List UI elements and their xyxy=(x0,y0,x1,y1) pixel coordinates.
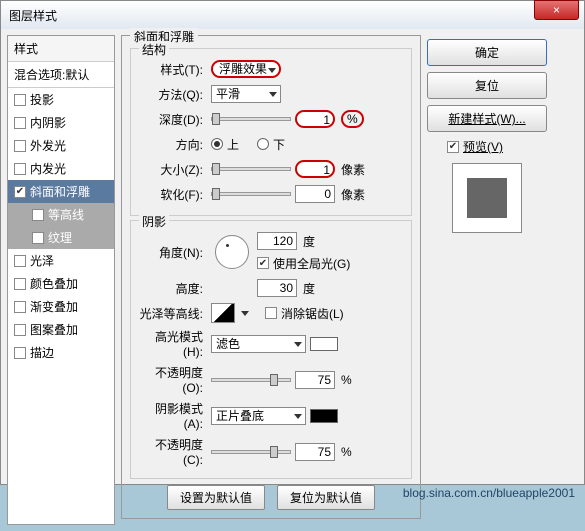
highlight-mode-label: 高光模式(H): xyxy=(137,328,207,359)
angle-input[interactable]: 120 xyxy=(257,232,297,250)
style-dropdown[interactable]: 浮雕效果 xyxy=(211,60,281,78)
soften-label: 软化(F): xyxy=(137,186,207,203)
checkbox[interactable] xyxy=(14,324,26,336)
style-bevel-emboss[interactable]: 斜面和浮雕 xyxy=(8,180,114,203)
angle-dial[interactable] xyxy=(215,235,249,269)
style-satin[interactable]: 光泽 xyxy=(8,249,114,272)
depth-input[interactable]: 1 xyxy=(295,110,335,128)
ok-button[interactable]: 确定 xyxy=(427,39,547,66)
cancel-button[interactable]: 复位 xyxy=(427,72,547,99)
checkbox[interactable] xyxy=(14,186,26,198)
style-inner-shadow[interactable]: 内阴影 xyxy=(8,111,114,134)
depth-label: 深度(D): xyxy=(137,111,207,128)
new-style-button[interactable]: 新建样式(W)... xyxy=(427,105,547,132)
shadow-opacity-slider[interactable] xyxy=(211,450,291,454)
shadow-mode-dropdown[interactable]: 正片叠底 xyxy=(211,407,306,425)
style-label: 样式(T): xyxy=(137,61,207,78)
titlebar: 图层样式 × xyxy=(1,1,584,29)
highlight-opacity-slider[interactable] xyxy=(211,378,291,382)
checkbox[interactable] xyxy=(14,347,26,359)
highlight-color-swatch[interactable] xyxy=(310,337,338,351)
preview-box xyxy=(452,163,522,233)
settings-panel: 斜面和浮雕 结构 样式(T): 浮雕效果 方法(Q): 平滑 深度(D): 1 xyxy=(121,35,421,525)
direction-up-radio[interactable] xyxy=(211,138,223,150)
soften-unit: 像素 xyxy=(341,186,365,203)
shadow-mode-label: 阴影模式(A): xyxy=(137,400,207,431)
bevel-fieldset: 斜面和浮雕 结构 样式(T): 浮雕效果 方法(Q): 平滑 深度(D): 1 xyxy=(121,35,421,519)
highlight-opacity-label: 不透明度(O): xyxy=(137,364,207,395)
close-button[interactable]: × xyxy=(534,0,579,20)
angle-label: 角度(N): xyxy=(137,244,207,261)
style-stroke[interactable]: 描边 xyxy=(8,341,114,364)
size-label: 大小(Z): xyxy=(137,161,207,178)
antialias-checkbox[interactable] xyxy=(265,307,277,319)
style-pattern-overlay[interactable]: 图案叠加 xyxy=(8,318,114,341)
gloss-contour-picker[interactable] xyxy=(211,303,235,323)
style-color-overlay[interactable]: 颜色叠加 xyxy=(8,272,114,295)
style-texture[interactable]: 纹理 xyxy=(8,226,114,249)
layer-style-dialog: 图层样式 × 样式 混合选项:默认 投影 内阴影 外发光 内发光 斜面和浮雕 等… xyxy=(0,0,585,485)
method-label: 方法(Q): xyxy=(137,86,207,103)
size-input[interactable]: 1 xyxy=(295,160,335,178)
style-gradient-overlay[interactable]: 渐变叠加 xyxy=(8,295,114,318)
checkbox[interactable] xyxy=(14,94,26,106)
shading-group: 阴影 角度(N): 120 度 使用全局光(G) xyxy=(130,220,412,479)
depth-slider[interactable] xyxy=(211,117,291,121)
preview-label: 预览(V) xyxy=(463,138,503,155)
action-panel: 确定 复位 新建样式(W)... 预览(V) xyxy=(427,35,547,525)
set-default-button[interactable]: 设置为默认值 xyxy=(167,485,265,510)
style-outer-glow[interactable]: 外发光 xyxy=(8,134,114,157)
reset-default-button[interactable]: 复位为默认值 xyxy=(277,485,375,510)
size-unit: 像素 xyxy=(341,161,365,178)
chevron-down-icon[interactable] xyxy=(239,306,249,320)
soften-slider[interactable] xyxy=(211,192,291,196)
style-contour[interactable]: 等高线 xyxy=(8,203,114,226)
highlight-mode-dropdown[interactable]: 滤色 xyxy=(211,335,306,353)
checkbox[interactable] xyxy=(14,301,26,313)
checkbox[interactable] xyxy=(14,163,26,175)
global-light-checkbox[interactable] xyxy=(257,257,269,269)
shadow-opacity-label: 不透明度(C): xyxy=(137,436,207,467)
style-drop-shadow[interactable]: 投影 xyxy=(8,88,114,111)
blending-options[interactable]: 混合选项:默认 xyxy=(8,62,114,88)
checkbox[interactable] xyxy=(32,232,44,244)
style-inner-glow[interactable]: 内发光 xyxy=(8,157,114,180)
direction-label: 方向: xyxy=(137,136,207,153)
preview-swatch xyxy=(467,178,507,218)
soften-input[interactable]: 0 xyxy=(295,185,335,203)
style-list: 样式 混合选项:默认 投影 内阴影 外发光 内发光 斜面和浮雕 等高线 纹理 光… xyxy=(7,35,115,525)
style-list-header: 样式 xyxy=(8,36,114,62)
watermark: blog.sina.com.cn/blueapple2001 xyxy=(403,486,575,500)
checkbox[interactable] xyxy=(14,278,26,290)
checkbox[interactable] xyxy=(14,117,26,129)
altitude-label: 高度: xyxy=(137,280,207,297)
direction-down-radio[interactable] xyxy=(257,138,269,150)
gloss-label: 光泽等高线: xyxy=(137,305,207,322)
altitude-input[interactable]: 30 xyxy=(257,279,297,297)
checkbox[interactable] xyxy=(32,209,44,221)
checkbox[interactable] xyxy=(14,140,26,152)
depth-unit: % xyxy=(341,110,364,128)
method-dropdown[interactable]: 平滑 xyxy=(211,85,281,103)
size-slider[interactable] xyxy=(211,167,291,171)
checkbox[interactable] xyxy=(14,255,26,267)
highlight-opacity-input[interactable]: 75 xyxy=(295,371,335,389)
preview-checkbox[interactable] xyxy=(447,141,459,153)
structure-group: 结构 样式(T): 浮雕效果 方法(Q): 平滑 深度(D): 1 % xyxy=(130,48,412,216)
shadow-color-swatch[interactable] xyxy=(310,409,338,423)
shadow-opacity-input[interactable]: 75 xyxy=(295,443,335,461)
window-title: 图层样式 xyxy=(9,7,57,24)
